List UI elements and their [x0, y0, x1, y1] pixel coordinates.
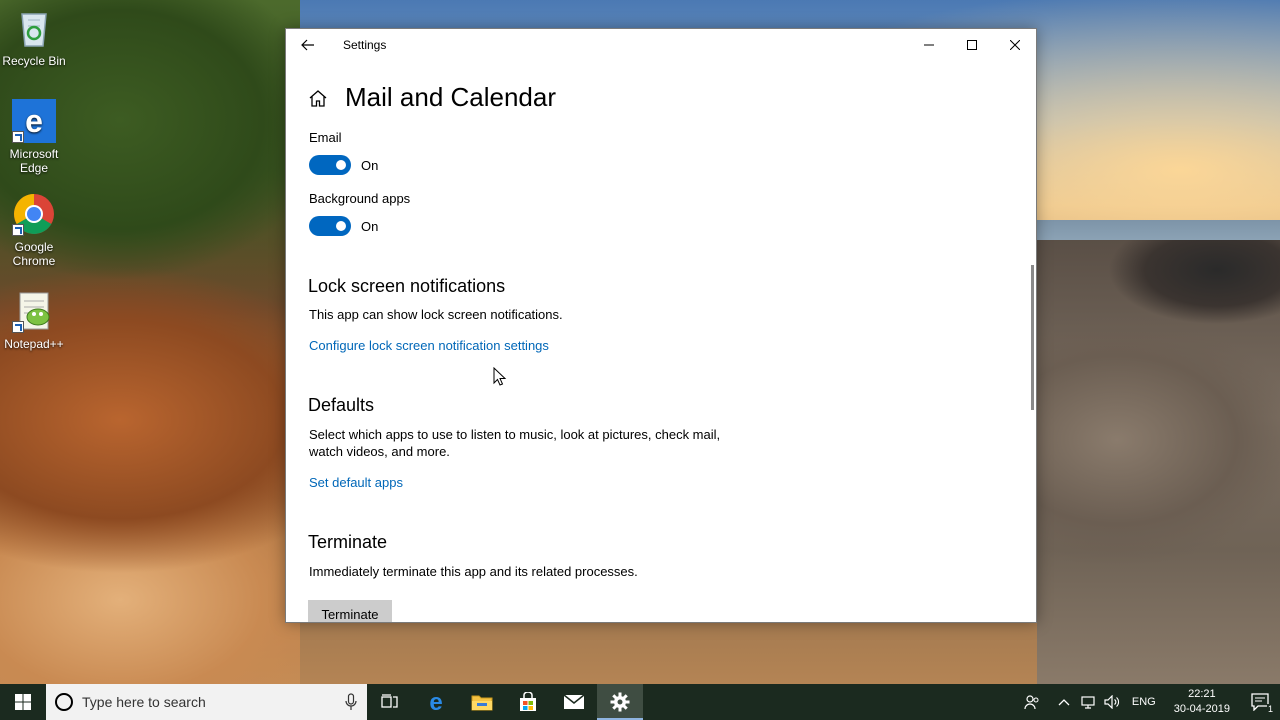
background-apps-toggle-row: On	[309, 216, 378, 236]
taskbar-file-explorer[interactable]	[459, 684, 505, 720]
email-toggle[interactable]	[309, 155, 351, 175]
wallpaper-rocks	[1037, 240, 1280, 684]
terminate-description: Immediately terminate this app and its r…	[309, 564, 638, 579]
network-icon	[1081, 696, 1095, 709]
page-header: Mail and Calendar	[308, 82, 556, 113]
defaults-section-title: Defaults	[308, 395, 375, 415]
clock[interactable]: 22:21 30-04-2019	[1174, 687, 1230, 717]
lock-screen-section-title: Lock screen notifications	[308, 276, 506, 296]
terminate-button[interactable]: Terminate	[308, 600, 392, 622]
volume-button[interactable]	[1100, 684, 1124, 720]
show-hidden-icons-button[interactable]	[1052, 684, 1076, 720]
scrollbar-thumb[interactable]	[1031, 265, 1034, 410]
cortana-circle-icon	[55, 693, 73, 711]
svg-text:e: e	[429, 691, 442, 713]
email-toggle-row: On	[309, 155, 378, 175]
settings-content: Mail and Calendar Email On Background ap…	[308, 29, 1036, 622]
lock-screen-description: This app can show lock screen notificati…	[309, 307, 563, 322]
clock-time: 22:21	[1188, 688, 1216, 700]
email-toggle-state: On	[361, 157, 379, 173]
edge-icon: e	[12, 99, 56, 143]
notification-count: 1	[1266, 704, 1274, 714]
set-default-apps-link[interactable]: Set default apps	[309, 475, 403, 490]
desktop-icon-notepad-plus-plus[interactable]: Notepad++	[0, 289, 68, 351]
folder-icon	[471, 695, 493, 711]
desktop-icon-label: Google Chrome	[12, 240, 56, 268]
shortcut-arrow-icon	[12, 131, 24, 143]
chrome-icon	[12, 192, 56, 236]
configure-lock-screen-link[interactable]: Configure lock screen notification setti…	[309, 338, 549, 353]
shortcut-arrow-icon	[12, 224, 24, 236]
store-bag-icon	[520, 692, 536, 711]
desktop-icon-edge[interactable]: e Microsoft Edge	[0, 99, 68, 175]
people-button[interactable]	[1020, 684, 1044, 720]
chevron-up-icon	[1058, 699, 1070, 706]
task-view-icon	[381, 694, 398, 708]
shortcut-arrow-icon	[12, 321, 24, 333]
search-placeholder: Type here to search	[82, 694, 206, 710]
desktop-icon-label: Recycle Bin	[2, 54, 66, 68]
taskbar: Type here to search e ENG 22:21 30-04-20…	[0, 684, 1280, 720]
home-icon[interactable]	[308, 89, 328, 107]
background-apps-label: Background apps	[309, 191, 411, 206]
svg-text:e: e	[25, 103, 43, 139]
desktop-icon-label: Microsoft Edge	[9, 147, 59, 175]
email-label: Email	[309, 130, 342, 145]
taskbar-search-box[interactable]: Type here to search	[46, 684, 367, 720]
taskbar-store[interactable]	[505, 684, 551, 720]
windows-logo-icon	[15, 694, 31, 710]
task-view-button[interactable]	[367, 684, 413, 720]
taskbar-settings[interactable]	[597, 684, 643, 720]
recycle-bin-icon	[12, 6, 56, 50]
mail-envelope-icon	[563, 694, 585, 709]
settings-window: Settings Mail and Calendar Email On Back…	[285, 28, 1037, 623]
desktop-icon-label: Notepad++	[4, 337, 64, 351]
notepad-plus-plus-icon	[12, 289, 56, 333]
background-apps-toggle-state: On	[361, 218, 379, 234]
action-center-button[interactable]: 1	[1240, 684, 1280, 720]
desktop-icon-chrome[interactable]: Google Chrome	[0, 192, 68, 268]
page-title: Mail and Calendar	[345, 82, 557, 112]
system-tray: ENG 22:21 30-04-2019 1	[1020, 684, 1280, 720]
speaker-icon	[1104, 695, 1119, 709]
terminate-section-title: Terminate	[308, 532, 388, 552]
network-button[interactable]	[1076, 684, 1100, 720]
edge-icon: e	[429, 691, 442, 713]
microphone-icon[interactable]	[345, 693, 357, 711]
gear-icon	[610, 692, 630, 712]
desktop-icon-recycle-bin[interactable]: Recycle Bin	[0, 6, 68, 68]
background-apps-toggle[interactable]	[309, 216, 351, 236]
defaults-description-line1: Select which apps to use to listen to mu…	[309, 427, 721, 442]
taskbar-edge[interactable]: e	[413, 684, 459, 720]
input-language[interactable]: ENG	[1132, 696, 1156, 708]
start-button[interactable]	[0, 684, 46, 720]
people-icon	[1024, 695, 1039, 710]
clock-date: 30-04-2019	[1173, 703, 1230, 715]
defaults-description-line2: watch videos, and more.	[309, 444, 450, 459]
taskbar-mail[interactable]	[551, 684, 597, 720]
mouse-pointer-icon	[493, 367, 507, 386]
